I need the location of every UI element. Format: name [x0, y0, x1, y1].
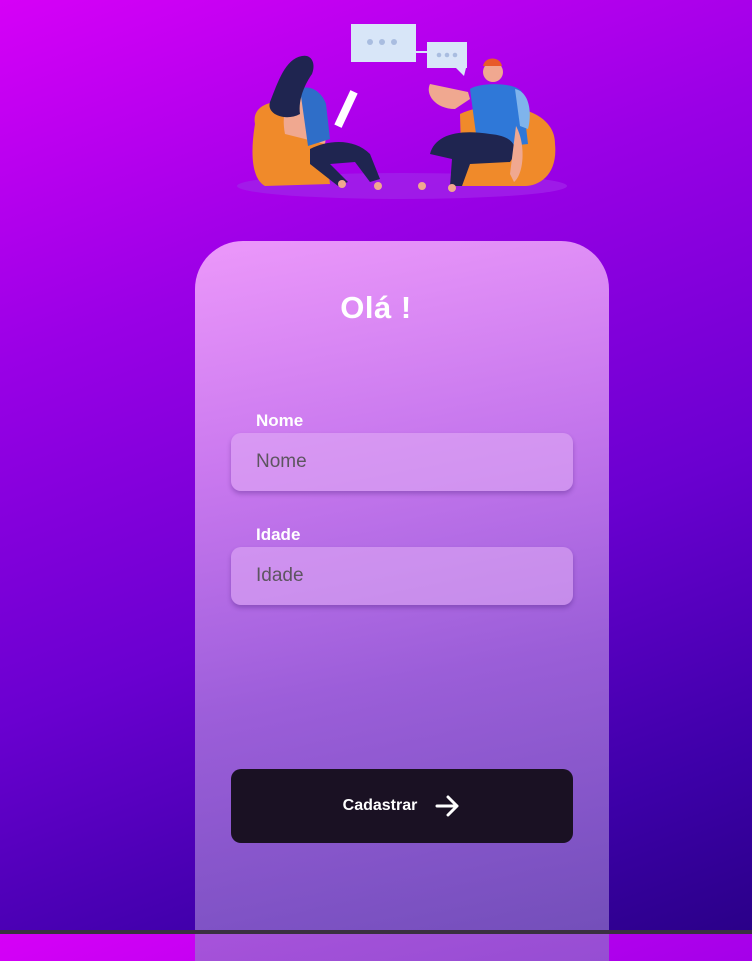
age-input[interactable] [231, 547, 573, 605]
age-label: Idade [256, 525, 301, 544]
submit-button[interactable]: Cadastrar [231, 769, 573, 843]
two-people-chatting-illustration [237, 24, 567, 199]
submit-button-label: Cadastrar [342, 797, 418, 814]
name-label: Nome [256, 411, 304, 430]
bottom-edge [0, 930, 752, 934]
name-input[interactable] [231, 433, 573, 491]
greeting-title: Olá ! [340, 290, 412, 325]
speech-bubble-icon [351, 24, 467, 76]
arrow-right-icon [435, 795, 459, 817]
